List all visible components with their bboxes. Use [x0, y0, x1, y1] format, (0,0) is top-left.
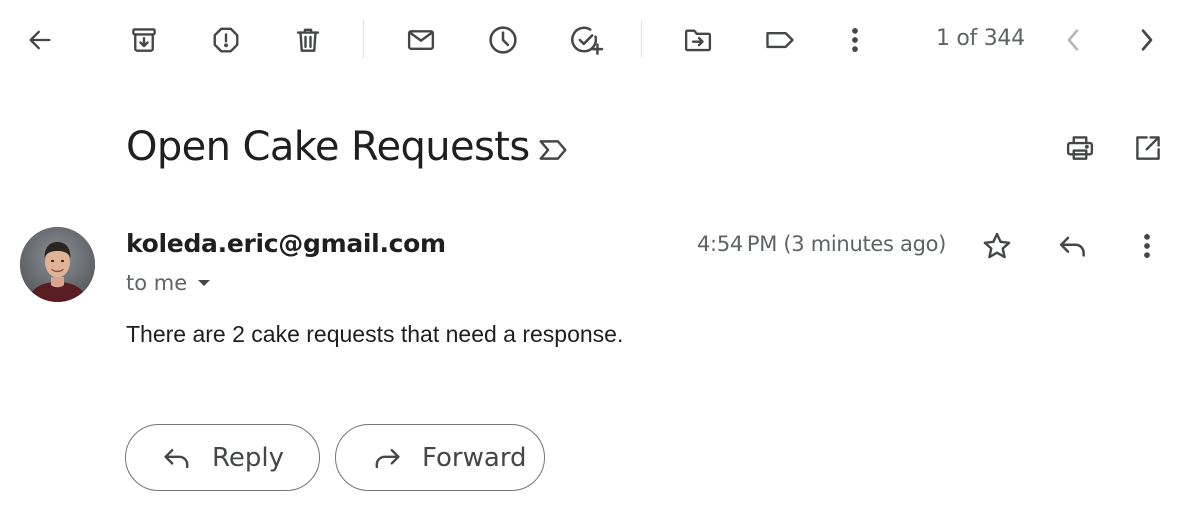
reply-icon — [1059, 236, 1085, 257]
message-more-button[interactable] — [1127, 226, 1167, 266]
report-spam-icon — [213, 27, 239, 53]
sender-email[interactable]: koleda.eric@gmail.com — [126, 229, 446, 258]
older-button[interactable] — [1127, 20, 1167, 60]
email-subject: Open Cake Requests — [126, 124, 530, 170]
print-all-button[interactable] — [1060, 128, 1100, 168]
report-spam-button[interactable] — [206, 20, 246, 60]
reply-button[interactable]: Reply — [125, 424, 320, 491]
snooze-icon — [489, 26, 517, 54]
move-to-button[interactable] — [677, 20, 719, 60]
forward-button[interactable]: Forward — [335, 424, 545, 491]
newer-button[interactable] — [1053, 20, 1093, 60]
move-to-icon — [684, 29, 712, 52]
chevron-right-icon — [1141, 29, 1153, 51]
mark-unread-icon — [407, 30, 435, 50]
archive-button[interactable] — [124, 20, 164, 60]
sender-avatar-photo — [20, 227, 95, 302]
sender-avatar[interactable] — [20, 227, 95, 302]
toolbar-divider — [363, 20, 364, 58]
open-in-new-icon — [1136, 136, 1160, 160]
snooze-button[interactable] — [483, 20, 523, 60]
recipient-details-toggle[interactable]: to me — [126, 271, 211, 295]
delete-icon — [296, 28, 320, 52]
archive-icon — [132, 28, 156, 52]
print-icon — [1066, 136, 1094, 160]
important-marker-icon — [539, 140, 567, 160]
message-timestamp: 4:54 PM (3 minutes ago) — [697, 232, 947, 256]
caret-down-icon — [198, 280, 211, 286]
message-body: There are 2 cake requests that need a re… — [126, 321, 624, 347]
reply-icon-button[interactable] — [1053, 226, 1093, 266]
star-icon — [983, 232, 1011, 259]
label-icon — [766, 31, 794, 49]
more-vert-icon — [852, 28, 858, 52]
add-to-tasks-button[interactable] — [566, 20, 608, 60]
more-vert-icon — [1144, 234, 1150, 258]
add-task-icon — [571, 26, 604, 55]
pagination-counter: 1 of 344 — [936, 26, 1025, 51]
importance-marker[interactable] — [533, 130, 573, 170]
reply-icon — [164, 448, 189, 468]
mark-unread-button[interactable] — [400, 20, 442, 60]
recipient-label: to me — [126, 271, 188, 295]
toolbar-divider — [641, 20, 642, 58]
chevron-left-icon — [1067, 29, 1079, 51]
back-button[interactable] — [20, 20, 60, 60]
delete-button[interactable] — [288, 20, 328, 60]
open-new-window-button[interactable] — [1128, 128, 1168, 168]
reply-label: Reply — [212, 442, 285, 473]
label-button[interactable] — [759, 20, 801, 60]
forward-icon — [375, 448, 400, 468]
forward-label: Forward — [422, 442, 527, 473]
back-arrow-icon — [29, 30, 51, 50]
star-button[interactable] — [977, 226, 1017, 266]
more-options-button[interactable] — [835, 20, 875, 60]
